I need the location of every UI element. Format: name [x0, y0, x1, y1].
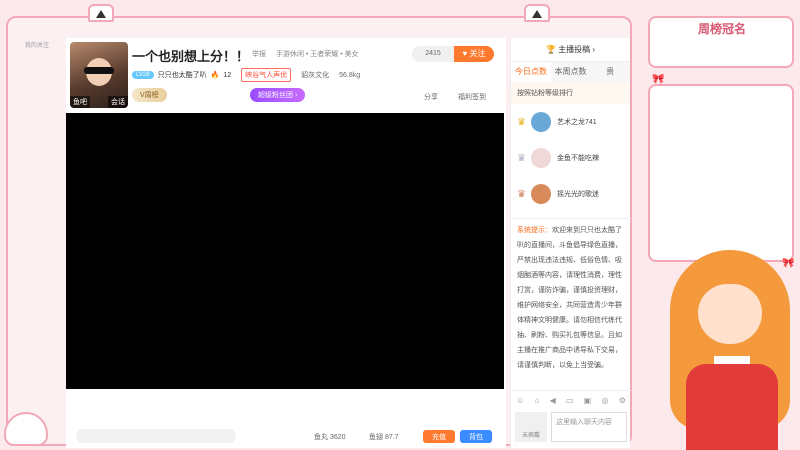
- fan-icon[interactable]: ◎: [602, 396, 609, 405]
- avatar: [531, 184, 551, 204]
- rank-name: 摇光光的歌迷: [557, 191, 599, 198]
- tab-noble[interactable]: 贵: [590, 62, 630, 82]
- bow-icon: 🎀: [652, 74, 665, 85]
- weekly-rank-badge[interactable]: V周榜: [132, 88, 167, 102]
- guild-name[interactable]: 貂灰文化: [301, 70, 329, 80]
- recharge-button[interactable]: 充值: [423, 430, 455, 443]
- system-notice-text: 欢迎来到只只也太酷了叭的直播间，斗鱼倡导绿色直播，严禁出现违法违规、低俗色情、吸…: [517, 227, 622, 369]
- video-player[interactable]: [66, 113, 504, 389]
- card-icon[interactable]: ▭: [566, 396, 574, 405]
- chat-input[interactable]: 这里输入聊天内容: [551, 412, 627, 442]
- avatar-tag-fishbar[interactable]: 鱼吧: [70, 96, 90, 108]
- room-meta: 举报 手游休闲 • 王者荣耀 • 美女: [252, 49, 367, 59]
- rank-title: 按照钻粉等级排行: [511, 82, 630, 104]
- system-notice-prefix: 系统提示：: [517, 227, 552, 234]
- rank-name: 金鱼不能吃辣: [557, 155, 599, 162]
- tab-today[interactable]: 今日点数: [511, 62, 551, 82]
- avatar: [531, 148, 551, 168]
- level-badge: LV28: [132, 71, 154, 79]
- follow-button[interactable]: ♥ 关注: [454, 46, 494, 62]
- tab-week[interactable]: 本周点数: [551, 62, 591, 82]
- anime-character-figure: [664, 244, 800, 450]
- chat-toolbar: ☺ ⌂ ◀ ▭ ▣ ◎ ⚙: [511, 390, 631, 410]
- anchor-info-row: LV28 只只也太酷了叭 🔥 12 峡谷气人声优 貂灰文化 56.8kg: [132, 68, 360, 82]
- live-room: 鱼吧 会话 一个也别想上分！！ 举报 手游休闲 • 王者荣耀 • 美女 2415…: [66, 38, 506, 448]
- fan-badge-slot[interactable]: 未佩戴: [515, 412, 547, 442]
- weight-value: 56.8kg: [339, 71, 361, 79]
- image-icon[interactable]: ▣: [584, 396, 592, 405]
- checkin-button[interactable]: 福利签到: [458, 92, 486, 102]
- cat-ear-left: [88, 4, 114, 22]
- avatar-tag-chat[interactable]: 会话: [108, 96, 128, 108]
- rank-item[interactable]: ♛ 艺术之龙741: [511, 104, 630, 140]
- character-face: [698, 284, 762, 344]
- hot-value: 12: [223, 71, 232, 79]
- gift-bar[interactable]: [76, 429, 236, 443]
- crown-silver-icon: ♛: [517, 152, 526, 164]
- weekly-title: 周榜冠名: [698, 22, 747, 36]
- room-title: 一个也别想上分！！: [132, 49, 250, 64]
- crown-gold-icon: ♛: [517, 116, 526, 128]
- crown-bronze-icon: ♛: [517, 188, 526, 200]
- rank-item[interactable]: ♛ 金鱼不能吃辣: [511, 140, 630, 176]
- cat-ear-right: [524, 4, 550, 22]
- follower-count: 2415: [412, 46, 454, 62]
- flame-icon: 🔥: [210, 72, 220, 79]
- avatar: [531, 112, 551, 132]
- chat-input-area: 未佩戴 这里输入聊天内容: [515, 412, 627, 442]
- submission-label: 主播投稿 ›: [558, 45, 596, 54]
- emoji-icon[interactable]: ☺: [516, 396, 524, 405]
- gift-icon[interactable]: ⌂: [535, 396, 540, 405]
- fishfin-balance: 鱼翅 87.7: [369, 434, 399, 441]
- room-header: 鱼吧 会话 一个也别想上分！！ 举报 手游休闲 • 王者荣耀 • 美女 2415…: [66, 38, 506, 112]
- rank-tabs: 今日点数 本周点数 贵: [511, 62, 630, 82]
- side-panel: 🏆 主播投稿 › 今日点数 本周点数 贵 按照钻粉等级排行 ♛ 艺术之龙741 …: [510, 38, 631, 448]
- anchor-name[interactable]: 只只也太酷了叭: [158, 70, 207, 80]
- fishball-balance: 鱼丸 3620: [314, 434, 346, 441]
- report-link[interactable]: 举报: [252, 51, 266, 58]
- anchor-submission-link[interactable]: 🏆 主播投稿 ›: [511, 38, 630, 62]
- left-strip-label[interactable]: 我的关注: [14, 40, 60, 49]
- chat-area: 系统提示：欢迎来到只只也太酷了叭的直播间，斗鱼倡导绿色直播，严禁出现违法违规、低…: [511, 218, 631, 377]
- backpack-button[interactable]: 背包: [460, 430, 492, 443]
- category-breadcrumb[interactable]: 手游休闲 • 王者荣耀 • 美女: [276, 51, 359, 58]
- trophy-icon: 🏆: [545, 45, 559, 54]
- bottom-bar: 鱼丸 3620 鱼翅 87.7 充值 背包: [66, 426, 506, 448]
- follow-label: 关注: [469, 49, 486, 58]
- fanclub-button[interactable]: 超级粉丝团 ›: [250, 88, 306, 102]
- rank-name: 艺术之龙741: [557, 119, 597, 126]
- decor-box: [648, 84, 794, 262]
- share-button[interactable]: 分享: [424, 92, 438, 102]
- avatar-glasses: [84, 67, 114, 74]
- rank-item[interactable]: ♛ 摇光光的歌迷: [511, 176, 630, 212]
- anchor-avatar[interactable]: 鱼吧 会话: [70, 42, 128, 108]
- character-coat: [686, 364, 778, 450]
- settings-icon[interactable]: ⚙: [619, 396, 626, 405]
- hot-badge[interactable]: 峡谷气人声优: [241, 68, 292, 82]
- megaphone-icon[interactable]: ◀: [550, 396, 556, 405]
